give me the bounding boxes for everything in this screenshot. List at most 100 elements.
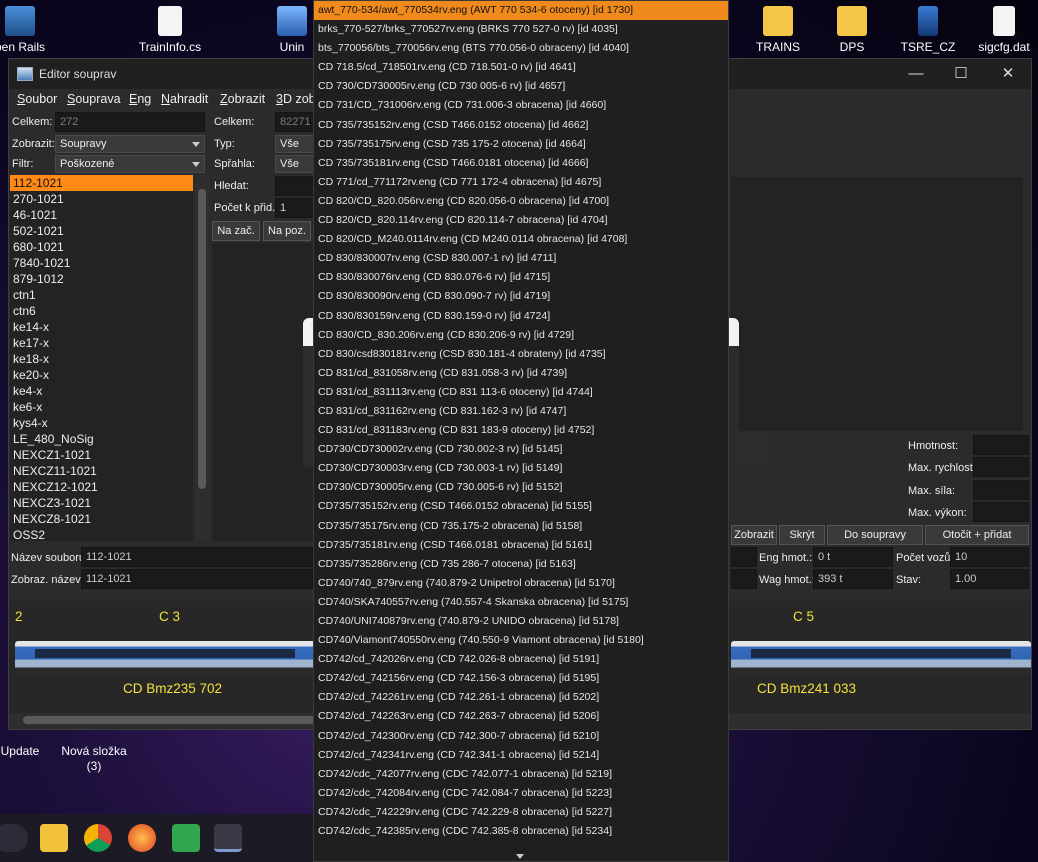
consist-list-item[interactable]: LE_480_NoSig [10,431,193,447]
chrome-icon[interactable] [84,824,112,852]
consist-list-item[interactable]: ke14-x [10,319,193,335]
desktop-icon-open-rails[interactable]: pen Rails [0,6,62,55]
dropdown-item[interactable]: CD 731/CD_731006rv.eng (CD 731.006-3 obr… [314,96,728,115]
dropdown-item[interactable]: CD742/cd_742341rv.eng (CD 742.341-1 obra… [314,746,728,765]
consist-list-item[interactable]: ctn6 [10,303,193,319]
consist-list-item[interactable]: kys4-x [10,415,193,431]
dropdown-item[interactable]: CD742/cd_742156rv.eng (CD 742.156-3 obra… [314,669,728,688]
dropdown-item[interactable]: CD 830/830076rv.eng (CD 830.076-6 rv) [i… [314,268,728,287]
dropdown-item[interactable]: CD735/735175rv.eng (CD 735.175-2 obracen… [314,517,728,536]
menu-souprava[interactable]: Souprava [67,92,121,106]
consist-list-item[interactable]: 46-1021 [10,207,193,223]
dropdown-item[interactable]: CD 831/cd_831058rv.eng (CD 831.058-3 rv)… [314,364,728,383]
dropdown-item[interactable]: CD735/735181rv.eng (CSD T466.0181 obrace… [314,536,728,555]
dropdown-item[interactable]: CD 771/cd_771172rv.eng (CD 771 172-4 obr… [314,173,728,192]
sprahla-select[interactable]: Vše [275,155,315,173]
menu-soubor[interactable]: Soubor [17,92,57,106]
qc-icon[interactable] [172,824,200,852]
consist-list-item[interactable]: ke4-x [10,383,193,399]
dropdown-item[interactable]: CD730/CD730002rv.eng (CD 730.002-3 rv) [… [314,440,728,459]
consist-list-item[interactable]: OSS2 [10,527,193,541]
desktop-icon-tsre[interactable]: TSRE_CZ [886,6,970,55]
dropdown-item[interactable]: CD 830/CD_830.206rv.eng (CD 830.206-9 rv… [314,326,728,345]
consist-list-item[interactable]: 502-1021 [10,223,193,239]
firefox-icon[interactable] [128,824,156,852]
hledat-input[interactable] [275,176,315,196]
dropdown-item[interactable]: CD 831/cd_831162rv.eng (CD 831.162-3 rv)… [314,402,728,421]
nazev-souboru-input[interactable]: 112-1021 [81,547,313,567]
dropdown-item[interactable]: CD 831/cd_831183rv.eng (CD 831 183-9 oto… [314,421,728,440]
consist-list-item[interactable]: NEXCZ11-1021 [10,463,193,479]
consist-list-item[interactable]: NEXCZ3-1021 [10,495,193,511]
desktop-icon-traininfo[interactable]: TrainInfo.cs [128,6,212,55]
menu-zobrazit[interactable]: Zobrazit [220,92,265,106]
filtr-select[interactable]: Poškozené [55,155,205,173]
dropdown-item[interactable]: awt_770-534/awt_770534rv.eng (AWT 770 53… [314,1,728,21]
dropdown-item[interactable]: CD742/cdc_742229rv.eng (CDC 742.229-8 ob… [314,803,728,822]
search-button[interactable] [0,824,28,852]
dropdown-item[interactable]: CD 735/735175rv.eng (CSD 735 175-2 otoce… [314,135,728,154]
consist-list-item[interactable]: NEXCZ8-1021 [10,511,193,527]
consist-list-item[interactable]: ke6-x [10,399,193,415]
consist-list-item[interactable]: 7840-1021 [10,255,193,271]
stav-spinbox[interactable]: 1.00 [950,569,1029,589]
file-explorer-icon[interactable] [40,824,68,852]
consist-list-item[interactable]: 270-1021 [10,191,193,207]
consist-list-scrollbar[interactable] [195,175,209,541]
consist-list[interactable]: 112-1021 270-1021 46-1021 502-1021 680-1021 7… [10,175,193,541]
dropdown-item[interactable]: CD735/735152rv.eng (CSD T466.0152 obrace… [314,497,728,516]
consist-list-item[interactable]: ke18-x [10,351,193,367]
coach-right-image[interactable] [731,641,1031,675]
minimize-button[interactable]: — [905,63,927,85]
dropdown-item[interactable]: CD 830/csd830181rv.eng (CSD 830.181-4 ob… [314,345,728,364]
consist-list-item[interactable]: NEXCZ1-1021 [10,447,193,463]
dropdown-item[interactable]: CD 730/CD730005rv.eng (CD 730 005-6 rv) … [314,77,728,96]
skryt-button[interactable]: Skrýt [779,525,825,545]
chevron-down-icon[interactable] [516,854,524,859]
otocit-pridat-button[interactable]: Otočit + přidat [925,525,1029,545]
dropdown-item[interactable]: CD742/cdc_742084rv.eng (CDC 742.084-7 ob… [314,784,728,803]
pocet-input[interactable]: 1 [275,198,315,218]
desktop-icon-sigcfg[interactable]: sigcfg.dat [962,6,1038,55]
zobraz-nazev-input[interactable]: 112-1021 [81,569,313,589]
consist-list-item[interactable]: ke17-x [10,335,193,351]
typ-select[interactable]: Vše [275,135,315,153]
consist-list-item[interactable]: NEXCZ12-1021 [10,479,193,495]
scrollbar-thumb[interactable] [198,189,206,489]
dropdown-item[interactable]: CD730/CD730003rv.eng (CD 730.003-1 rv) [… [314,459,728,478]
dropdown-item[interactable]: CD742/cd_742026rv.eng (CD 742.026-8 obra… [314,650,728,669]
dropdown-item[interactable]: CD 735/735181rv.eng (CSD T466.0181 otoce… [314,154,728,173]
dropdown-item[interactable]: CD742/cd_742300rv.eng (CD 742.300-7 obra… [314,727,728,746]
dropdown-item[interactable]: brks_770-527/brks_770527rv.eng (BRKS 770… [314,20,728,39]
dropdown-item[interactable]: CD 820/CD_820.056rv.eng (CD 820.056-0 ob… [314,192,728,211]
dropdown-item[interactable]: CD742/cd_742261rv.eng (CD 742.261-1 obra… [314,688,728,707]
na-pozici-button[interactable]: Na poz. [263,221,311,241]
dropdown-item[interactable]: CD740/UNI740879rv.eng (740.879-2 UNIDO o… [314,612,728,631]
zobrazit-button[interactable]: Zobrazit [731,525,777,545]
eng-select-dropdown-list[interactable]: awt_770-534/awt_770534rv.eng (AWT 770 53… [313,0,729,862]
dropdown-item[interactable]: CD742/cdc_742077rv.eng (CDC 742.077-1 ob… [314,765,728,784]
dropdown-item[interactable]: CD742/cd_742263rv.eng (CD 742.263-7 obra… [314,707,728,726]
na-zacatek-button[interactable]: Na zač. [212,221,260,241]
dropdown-item[interactable]: CD 830/830090rv.eng (CD 830.090-7 rv) [i… [314,287,728,306]
menu-eng[interactable]: Eng [129,92,151,106]
dropdown-item[interactable]: CD 820/CD_M240.0114rv.eng (CD M240.0114 … [314,230,728,249]
dropdown-item[interactable]: CD735/735286rv.eng (CD 735 286-7 otocena… [314,555,728,574]
desktop-icon-dps[interactable]: DPS [810,6,894,55]
coach-left-image[interactable] [15,641,315,675]
maximize-button[interactable]: ☐ [950,63,972,85]
menu-nahradit[interactable]: Nahradit [161,92,208,106]
dropdown-item[interactable]: CD740/740_879rv.eng (740.879-2 Unipetrol… [314,574,728,593]
consist-list-item[interactable]: 680-1021 [10,239,193,255]
dropdown-item[interactable]: CD 830/830007rv.eng (CSD 830.007-1 rv) [… [314,249,728,268]
menu-3d-zobrazeni[interactable]: 3D zob [276,92,316,106]
dropdown-item[interactable]: CD740/SKA740557rv.eng (740.557-4 Skanska… [314,593,728,612]
zobrazit-select[interactable]: Soupravy [55,135,205,153]
dropdown-item[interactable]: bts_770056/bts_770056rv.eng (BTS 770.056… [314,39,728,58]
consist-list-item[interactable]: 112-1021 [10,175,193,191]
dropdown-item[interactable]: CD 830/830159rv.eng (CD 830.159-0 rv) [i… [314,307,728,326]
desktop-icon-nova-slozka[interactable]: Nová složka (3) [52,744,136,774]
mid-list-area[interactable] [212,243,314,541]
consist-list-item[interactable]: 879-1012 [10,271,193,287]
editor-taskbar-icon[interactable] [214,824,242,852]
